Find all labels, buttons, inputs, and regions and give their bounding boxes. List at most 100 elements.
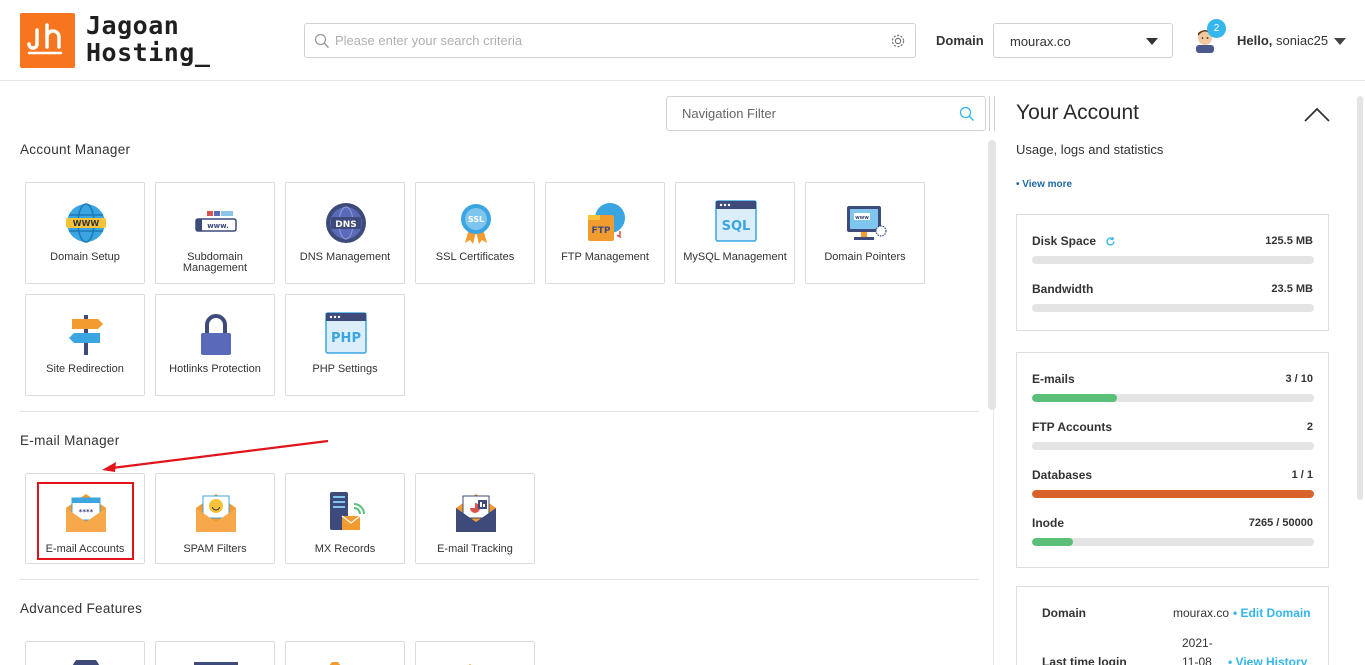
brand-name-line1: Jagoan <box>86 11 180 40</box>
tile-dns-management[interactable]: DNS DNS Management <box>285 182 405 284</box>
bandwidth-bar <box>1032 304 1314 312</box>
tile-label: Domain Pointers <box>824 251 906 263</box>
tile-label: FTP Management <box>561 251 649 263</box>
svg-text:DNS: DNS <box>335 220 357 230</box>
databases-bar-fill <box>1032 490 1314 498</box>
tile-label: SPAM Filters <box>183 543 247 555</box>
tile-php-settings[interactable]: PHP PHP Settings <box>285 294 405 396</box>
signpost-icon <box>69 315 103 355</box>
email-tracking-icon <box>456 494 496 532</box>
refresh-icon[interactable] <box>1105 236 1116 247</box>
mx-records-icon <box>330 492 365 530</box>
domain-label: Domain <box>936 33 984 48</box>
tile-hotlinks-protection[interactable]: Hotlinks Protection <box>155 294 275 396</box>
navigation-filter-input[interactable] <box>682 97 942 130</box>
advanced-feature-icon <box>329 662 341 665</box>
section-title-account-manager: Account Manager <box>20 142 131 157</box>
tile-advanced-2[interactable] <box>155 641 275 665</box>
svg-text:SSL: SSL <box>468 215 484 224</box>
section-divider <box>20 579 979 580</box>
tile-site-redirection[interactable]: Site Redirection <box>25 294 145 396</box>
tile-label: SSL Certificates <box>435 251 515 263</box>
search-box[interactable] <box>304 23 916 58</box>
your-account-title: Your Account <box>1016 101 1139 124</box>
sql-icon: SQL <box>715 200 757 242</box>
greeting-prefix: Hello, <box>1237 33 1273 48</box>
tile-label: MX Records <box>314 543 376 555</box>
tile-advanced-4[interactable] <box>415 641 535 665</box>
dns-icon: DNS <box>326 203 366 243</box>
svg-text:WWW: WWW <box>73 219 100 228</box>
disk-space-label-text: Disk Space <box>1032 234 1097 248</box>
disk-space-label: Disk Space <box>1032 234 1116 248</box>
last-login-date-line2: 11-08 <box>1182 655 1212 665</box>
disk-space-bar <box>1032 256 1314 264</box>
inode-bar <box>1032 538 1314 546</box>
svg-text:www: www <box>855 215 869 221</box>
edit-domain-link[interactable]: • Edit Domain <box>1233 606 1311 620</box>
tile-label: Hotlinks Protection <box>169 363 261 375</box>
arrow-annotation-icon <box>102 439 329 472</box>
emails-label: E-mails <box>1032 372 1075 386</box>
username: soniac25 <box>1276 33 1329 48</box>
domain-info-label: Domain <box>1042 606 1087 620</box>
section-title-advanced-features: Advanced Features <box>20 601 143 616</box>
emails-bar <box>1032 394 1314 402</box>
tile-ftp-management[interactable]: FTP FTP Management <box>545 182 665 284</box>
view-history-link[interactable]: • View History <box>1228 655 1307 665</box>
ftp-icon: FTP <box>588 203 625 241</box>
user-menu-chevron-icon[interactable] <box>1334 38 1346 45</box>
main-scrollbar[interactable] <box>988 140 996 410</box>
top-header: Jagoan Hosting_ Domain mourax.co 2 Hello… <box>0 0 1365 81</box>
padlock-icon <box>201 314 231 355</box>
tile-ssl-certificates[interactable]: SSL SSL Certificates <box>415 182 535 284</box>
svg-text:SQL: SQL <box>722 219 751 234</box>
domain-select[interactable]: mourax.co <box>993 23 1173 58</box>
svg-text:FTP: FTP <box>592 226 611 236</box>
view-more-link[interactable]: • View more <box>1016 179 1072 190</box>
brand-name[interactable]: Jagoan Hosting_ <box>86 12 210 66</box>
databases-value: 1 / 1 <box>1291 469 1313 481</box>
panel-resize-handle[interactable] <box>989 96 995 131</box>
ftp-accounts-label: FTP Accounts <box>1032 420 1113 434</box>
svg-text:PHP: PHP <box>331 331 361 346</box>
inode-label: Inode <box>1032 516 1064 530</box>
advanced-feature-icon <box>194 662 238 665</box>
tile-label: MySQL Management <box>683 251 787 263</box>
last-login-date-line1: 2021- <box>1182 636 1213 650</box>
bandwidth-value: 23.5 MB <box>1271 283 1313 295</box>
emails-bar-fill <box>1032 394 1117 402</box>
user-greeting[interactable]: Hello, soniac25 <box>1237 33 1328 48</box>
notification-badge[interactable]: 2 <box>1207 19 1226 38</box>
www-globe-icon: WWW <box>66 203 106 243</box>
tile-label: Subdomain Management <box>182 251 248 274</box>
tile-mysql-management[interactable]: SQL MySQL Management <box>675 182 795 284</box>
databases-label: Databases <box>1032 468 1093 482</box>
tile-domain-pointers[interactable]: www Domain Pointers <box>805 182 925 284</box>
chevron-up-icon[interactable] <box>1304 107 1330 123</box>
tile-label: Domain Setup <box>50 251 120 263</box>
inode-value: 7265 / 50000 <box>1248 517 1313 529</box>
tile-spam-filters[interactable]: SPAM Filters <box>155 473 275 564</box>
tile-mx-records[interactable]: MX Records <box>285 473 405 564</box>
ftp-accounts-bar <box>1032 442 1314 450</box>
navigation-filter[interactable] <box>666 96 986 131</box>
spam-filter-icon <box>196 494 236 532</box>
limits-panel: E-mails 3 / 10 FTP Accounts 2 Databases … <box>1016 352 1329 568</box>
brand-logo-icon[interactable] <box>20 13 75 68</box>
account-info-panel: Domain mourax.co • Edit Domain 2021- Las… <box>1016 586 1329 665</box>
section-divider <box>20 411 979 412</box>
inode-bar-fill <box>1032 538 1073 546</box>
tile-advanced-3[interactable] <box>285 641 405 665</box>
gear-icon[interactable] <box>890 33 906 49</box>
databases-bar <box>1032 490 1314 498</box>
tile-advanced-1[interactable] <box>25 641 145 665</box>
tile-email-tracking[interactable]: E-mail Tracking <box>415 473 535 564</box>
disk-space-value: 125.5 MB <box>1265 235 1313 247</box>
tile-subdomain-management[interactable]: www. Subdomain Management <box>155 182 275 284</box>
your-account-subtitle: Usage, logs and statistics <box>1016 142 1164 157</box>
tile-domain-setup[interactable]: WWW Domain Setup <box>25 182 145 284</box>
domain-info-value: mourax.co <box>1173 606 1230 620</box>
search-input[interactable] <box>335 24 885 57</box>
sidebar-scrollbar[interactable] <box>1357 96 1363 500</box>
